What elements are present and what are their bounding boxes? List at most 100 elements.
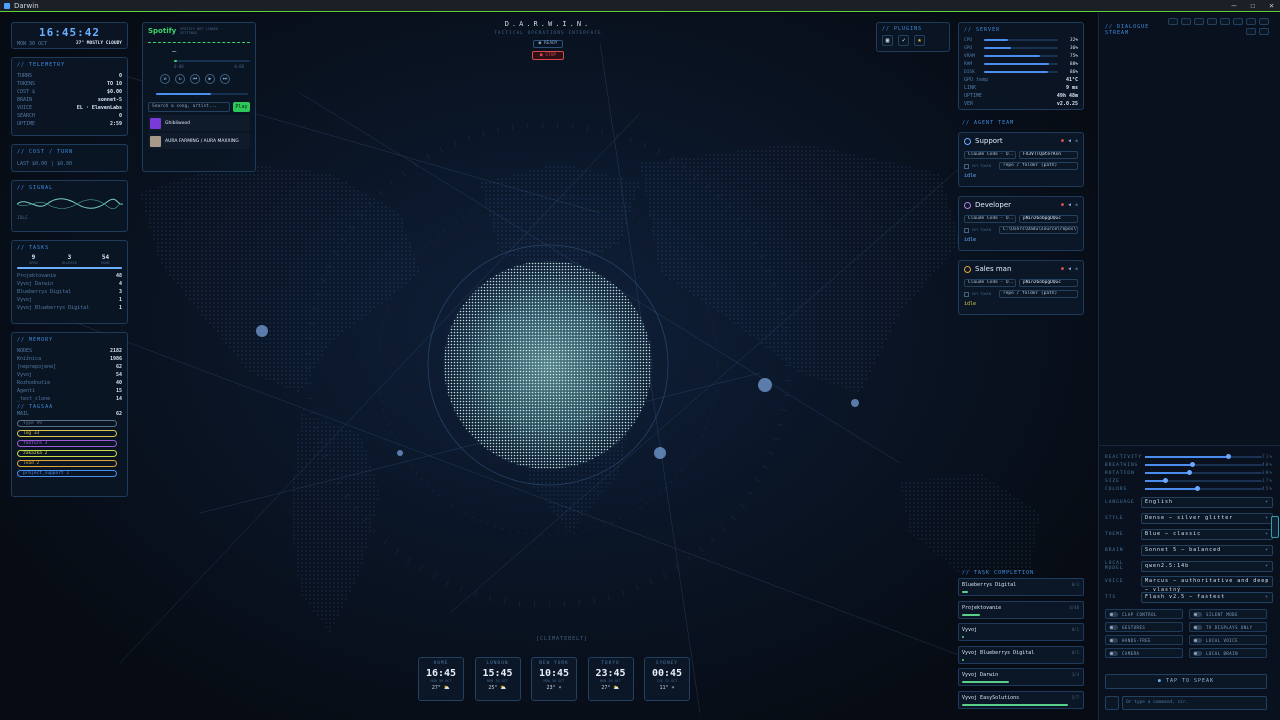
task-completion-item[interactable]: Projektovanie 4/48 (958, 600, 1084, 619)
setting-select[interactable]: qwen2.5:14b (1141, 560, 1273, 572)
spotify-search-input[interactable]: Search a song, artist... (148, 102, 230, 112)
folder-icon[interactable] (1194, 18, 1204, 25)
camera-icon[interactable] (1233, 18, 1243, 25)
agent-card[interactable]: Support ● ◀ ✲ Claude Code · O.. FX3VTTQaterAs… (958, 132, 1084, 187)
tag-chip[interactable]: log 33 (17, 430, 117, 437)
setting-select[interactable]: Blue — classic (1141, 528, 1273, 540)
grid-icon[interactable] (1207, 18, 1217, 25)
toggle-knob[interactable] (1109, 624, 1118, 630)
attach-icon[interactable] (1105, 696, 1119, 710)
agent-model-select[interactable]: Claude Code · O.. (964, 215, 1016, 223)
gear-icon[interactable]: ✲ (1075, 266, 1078, 272)
task-completion-item[interactable]: Vyvoj 0/1 (958, 623, 1084, 641)
spotify-play-button[interactable]: Play (232, 102, 250, 112)
slider-track[interactable] (1144, 454, 1262, 459)
toggle-knob[interactable] (1193, 624, 1202, 630)
agent-model-select[interactable]: Claude Code · O.. (964, 279, 1016, 287)
agent-key-input[interactable]: pNInz6obpgDQGc (1019, 215, 1078, 223)
slider-thumb[interactable] (1187, 470, 1193, 475)
agent-card[interactable]: Sales man ● ◀ ✲ Claude Code · O.. pNInz6obpgD… (958, 260, 1084, 315)
record-icon[interactable]: ● (1061, 138, 1064, 144)
shuffle-icon[interactable]: ⇄ (160, 74, 170, 84)
slider-track[interactable] (1144, 478, 1262, 483)
agent-path-input[interactable]: C:\Users\Dadu\source\repos\te (999, 226, 1078, 234)
toggle-knob[interactable] (1193, 611, 1202, 617)
toggle-knob[interactable] (1109, 637, 1118, 643)
slider-track[interactable] (1144, 486, 1262, 491)
previous-icon[interactable]: ⏮ (190, 74, 200, 84)
repeat-icon[interactable]: ↻ (175, 74, 185, 84)
spotify-progress[interactable] (174, 60, 250, 62)
toggle-knob[interactable] (1193, 650, 1202, 656)
speaker-icon[interactable]: ◀ (1068, 266, 1071, 272)
close-button[interactable]: ✕ (1269, 1, 1274, 10)
spotify-result[interactable]: AURA FARMING / AURA MAXXING (148, 133, 250, 149)
tag-chip[interactable]: feature 3 (17, 440, 117, 447)
task-completion-item[interactable]: Vyvoj EasySolutions 5/7 (958, 690, 1084, 709)
agent-path-input[interactable]: repo / folder (path) (999, 290, 1078, 298)
stop-button[interactable]: ■ STOP (532, 51, 564, 60)
chat-icon[interactable] (1168, 18, 1178, 25)
toggle-switch[interactable]: CAMERA (1105, 648, 1183, 658)
toggle-switch[interactable]: TV DISPLAYS ONLY (1189, 622, 1267, 632)
agent-checkbox[interactable] (964, 291, 969, 297)
toggle-switch[interactable]: GESTURES (1105, 622, 1183, 632)
setting-select[interactable]: Dense — silver glitter (1141, 513, 1273, 525)
globe-icon[interactable] (1246, 18, 1256, 25)
agent-key-input[interactable]: FX3VTTQaterAsn (1019, 151, 1078, 159)
tag-chip[interactable]: project_support 1 (17, 470, 117, 477)
agent-card[interactable]: Developer ● ◀ ✲ Claude Code · O.. pNInz6obpgD… (958, 196, 1084, 251)
list-icon[interactable] (1220, 18, 1230, 25)
play-icon[interactable]: ▶ (205, 74, 215, 84)
volume-slider[interactable] (156, 93, 248, 95)
clock-icon[interactable] (1181, 18, 1191, 25)
task-completion-item[interactable]: Vyvoj Blueberrys Digital 0/1 (958, 645, 1084, 664)
task-completion-item[interactable]: Vyvoj Darwin 3/4 (958, 668, 1084, 686)
slider-thumb[interactable] (1225, 454, 1231, 459)
toggle-switch[interactable]: CLAP CONTROL (1105, 609, 1183, 619)
task-completion-item[interactable]: Blueberrys Digital 0/3 (958, 578, 1084, 596)
agent-key-input[interactable]: pNInz6obpgDQGc (1019, 279, 1078, 287)
tag-chip[interactable]: type 99 (17, 420, 117, 427)
setting-select[interactable]: English (1141, 497, 1273, 509)
next-icon[interactable]: ⏭ (220, 74, 230, 84)
settings-icon[interactable] (1259, 28, 1269, 35)
toggle-knob[interactable] (1109, 611, 1118, 617)
rocket-icon[interactable]: ➶ (898, 35, 909, 46)
minimize-button[interactable]: – (1232, 1, 1237, 10)
gear-icon[interactable]: ✲ (1075, 138, 1078, 144)
toggle-switch[interactable]: LOCAL VOICE (1189, 635, 1267, 645)
speaker-icon[interactable]: ◀ (1068, 202, 1071, 208)
toggle-switch[interactable]: LOCAL BRAIN (1189, 648, 1267, 658)
record-icon[interactable]: ● (1061, 202, 1064, 208)
record-icon[interactable]: ● (1061, 266, 1064, 272)
slider-thumb[interactable] (1195, 486, 1201, 491)
tap-to-speak-button[interactable]: ● TAP TO SPEAK (1105, 674, 1267, 689)
slider-track[interactable] (1144, 470, 1262, 475)
tag-chip[interactable]: lead 2 (17, 460, 117, 467)
spotify-result[interactable]: Ghibliwood (148, 115, 250, 131)
speaker-icon[interactable]: ◀ (1068, 138, 1071, 144)
tag-chip[interactable]: zakazka 2 (17, 450, 117, 457)
slider-thumb[interactable] (1162, 478, 1168, 483)
slider-thumb[interactable] (1189, 462, 1195, 467)
setting-select[interactable]: Marcus — authoritative and deep — vlastn… (1141, 576, 1273, 593)
toggle-knob[interactable] (1193, 637, 1202, 643)
maximize-button[interactable]: ☐ (1250, 1, 1255, 10)
star-icon[interactable]: ★ (914, 35, 925, 46)
cube-icon[interactable]: ▣ (882, 35, 893, 46)
agent-model-select[interactable]: Claude Code · O.. (964, 151, 1016, 159)
agent-checkbox[interactable] (964, 227, 969, 233)
command-input[interactable]: Or type a command, sir. (1122, 696, 1267, 710)
volume-icon[interactable] (1246, 28, 1256, 35)
setting-select[interactable]: Flash v2.5 — fastest (1141, 592, 1273, 604)
slider-track[interactable] (1144, 462, 1262, 467)
layers-icon[interactable] (1259, 18, 1269, 25)
agent-checkbox[interactable] (964, 163, 969, 169)
toggle-switch[interactable]: HANDS-FREE (1105, 635, 1183, 645)
toggle-switch[interactable]: SILENT MODE (1189, 609, 1267, 619)
toggle-knob[interactable] (1109, 650, 1118, 656)
setting-select[interactable]: Sonnet 5 — balanced (1141, 544, 1273, 556)
agent-path-input[interactable]: repo / folder (path) (999, 162, 1078, 170)
side-handle[interactable] (1271, 516, 1279, 538)
